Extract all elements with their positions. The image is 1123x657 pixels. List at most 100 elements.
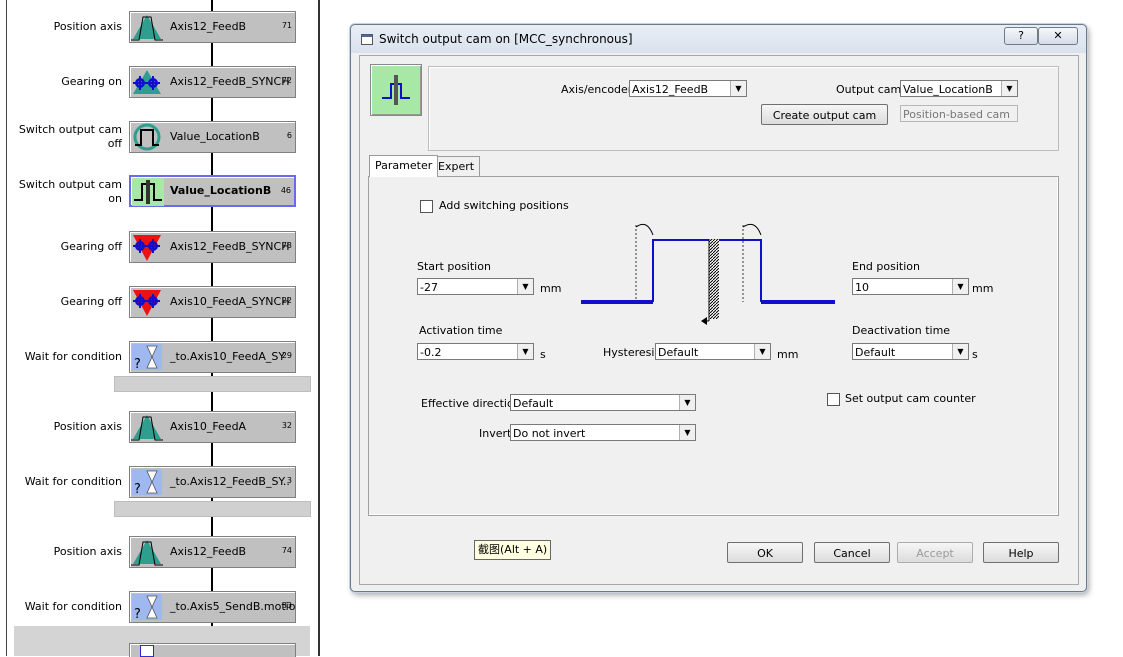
- command-name: Axis12_FeedB_SYNCH: [170, 240, 290, 253]
- wait-condition-icon: ?: [132, 594, 162, 621]
- chart-branch-bar: [114, 501, 311, 517]
- command-label: Switch output cam on: [18, 178, 122, 205]
- command-block[interactable]: Axis12_FeedB 74: [129, 536, 296, 568]
- command-name: _to.Axis12_FeedB_SY..: [170, 475, 290, 488]
- output-cam-label: Output cam: [836, 83, 902, 96]
- command-block[interactable]: ? _to.Axis12_FeedB_SY.. 3: [129, 466, 296, 498]
- output-cam-on-icon: [132, 178, 164, 206]
- command-label: Gearing off: [60, 295, 122, 308]
- gearing-on-icon: [133, 70, 161, 94]
- create-output-cam-button[interactable]: Create output cam: [761, 104, 888, 125]
- chevron-down-icon: ▼: [517, 279, 533, 294]
- command-icon: [140, 645, 154, 657]
- command-block[interactable]: Value_LocationB 6: [129, 121, 296, 153]
- deactivation-time-input[interactable]: Default ▼: [852, 343, 969, 360]
- titlebar-close-button[interactable]: ✕: [1038, 27, 1078, 45]
- header-frame: Axis/encoder Axis12_FeedB ▼ Output cam V…: [428, 66, 1059, 151]
- command-number: 46: [280, 186, 291, 195]
- effective-direction-select[interactable]: Default ▼: [510, 394, 696, 411]
- titlebar-help-button[interactable]: ?: [1004, 27, 1038, 45]
- chevron-down-icon: ▼: [517, 344, 533, 359]
- svg-text:?: ?: [134, 482, 141, 496]
- hysteresis-value: Default: [658, 346, 699, 359]
- chevron-down-icon: ▼: [730, 81, 746, 96]
- ok-button[interactable]: OK: [727, 542, 803, 563]
- command-number: 3: [286, 476, 292, 485]
- add-switching-positions-label: Add switching positions: [439, 199, 569, 212]
- end-position-input[interactable]: 10 ▼: [852, 278, 969, 295]
- hysteresis-input[interactable]: Default ▼: [655, 343, 771, 360]
- command-number: 6: [286, 131, 292, 140]
- command-block-selected[interactable]: Value_LocationB 46: [129, 175, 296, 207]
- command-name: Value_LocationB: [170, 130, 260, 143]
- chart-right-border: [318, 0, 320, 656]
- command-name: Axis12_FeedB: [170, 545, 247, 558]
- window-icon: [361, 34, 373, 45]
- command-block[interactable]: Axis10_FeedA_SYNCH 22: [129, 286, 296, 318]
- command-label: Gearing off: [60, 240, 122, 253]
- command-number: 29: [281, 351, 292, 360]
- effective-direction-label: Effective direction: [421, 397, 521, 410]
- axis-encoder-label: Axis/encoder: [561, 83, 633, 96]
- start-position-input[interactable]: -27 ▼: [417, 278, 534, 295]
- command-block[interactable]: ? _to.Axis10_FeedA_SY 29: [129, 341, 296, 373]
- invert-select[interactable]: Do not invert ▼: [510, 424, 696, 441]
- chevron-down-icon: ▼: [754, 344, 770, 359]
- invert-label: Invert: [479, 427, 512, 440]
- command-number: 73: [281, 241, 292, 250]
- svg-text:?: ?: [134, 607, 141, 621]
- cam-type-field: Position-based cam: [900, 105, 1018, 122]
- command-block[interactable]: Axis12_FeedB_SYNCH 73: [129, 231, 296, 263]
- command-name: Value_LocationB: [170, 184, 272, 197]
- axis-encoder-select[interactable]: Axis12_FeedB ▼: [629, 80, 747, 97]
- command-name: Axis12_FeedB_SYNCH: [170, 75, 290, 88]
- chevron-down-icon: ▼: [952, 344, 968, 359]
- activation-time-unit: s: [540, 348, 546, 361]
- tab-expert[interactable]: Expert: [432, 156, 481, 176]
- command-block[interactable]: Axis12_FeedB 71: [129, 11, 296, 43]
- end-position-label: End position: [852, 260, 920, 273]
- axis-encoder-value: Axis12_FeedB: [632, 83, 709, 96]
- chevron-down-icon: ▼: [1001, 81, 1017, 96]
- set-output-cam-counter-checkbox[interactable]: [827, 393, 840, 406]
- add-switching-positions-checkbox[interactable]: [420, 200, 433, 213]
- command-block-partial[interactable]: [129, 643, 296, 657]
- dialog-title: Switch output cam on [MCC_synchronous]: [379, 32, 633, 46]
- command-block[interactable]: Axis10_FeedA 32: [129, 411, 296, 443]
- chevron-down-icon: ▼: [679, 425, 695, 440]
- accept-button[interactable]: Accept: [897, 542, 973, 563]
- cancel-button[interactable]: Cancel: [814, 542, 890, 563]
- screenshot-tooltip: 截图(Alt + A): [474, 540, 552, 560]
- command-block[interactable]: Axis12_FeedB_SYNCH 72: [129, 66, 296, 98]
- hysteresis-label: Hysteresis: [603, 346, 661, 359]
- mcc-chart-panel: Position axis Axis12_FeedB 71 Gearing on…: [0, 0, 320, 657]
- command-name: Axis10_FeedA: [170, 420, 247, 433]
- start-position-value: -27: [420, 281, 438, 294]
- command-name: _to.Axis5_SendB.motio: [170, 600, 296, 613]
- effective-direction-value: Default: [513, 397, 554, 410]
- command-label: Position axis: [53, 20, 122, 33]
- command-number: 32: [281, 421, 292, 430]
- command-number: 72: [281, 76, 292, 85]
- deactivation-time-value: Default: [855, 346, 896, 359]
- close-icon: ✕: [1053, 29, 1063, 42]
- position-axis-icon: [131, 415, 163, 441]
- dialog-titlebar[interactable]: Switch output cam on [MCC_synchronous] ?…: [351, 25, 1086, 53]
- command-label: Position axis: [53, 545, 122, 558]
- invert-value: Do not invert: [513, 427, 586, 440]
- activation-time-input[interactable]: -0.2 ▼: [417, 343, 534, 360]
- output-cam-value: Value_LocationB: [903, 83, 993, 96]
- gearing-off-icon: [133, 235, 161, 261]
- activation-time-label: Activation time: [419, 324, 503, 337]
- end-position-unit: mm: [972, 282, 994, 295]
- command-number: 33: [281, 601, 292, 610]
- command-name: _to.Axis10_FeedA_SY: [170, 350, 286, 363]
- tab-parameter[interactable]: Parameter: [369, 155, 439, 177]
- command-block[interactable]: ? _to.Axis5_SendB.motio 33: [129, 591, 296, 623]
- help-button[interactable]: Help: [983, 542, 1059, 563]
- output-cam-on-large-icon: [370, 64, 422, 116]
- wait-condition-icon: ?: [132, 469, 162, 496]
- output-cam-select[interactable]: Value_LocationB ▼: [900, 80, 1018, 97]
- position-axis-icon: [131, 540, 163, 566]
- parameter-tab-page: Add switching positions Start position -…: [368, 176, 1059, 516]
